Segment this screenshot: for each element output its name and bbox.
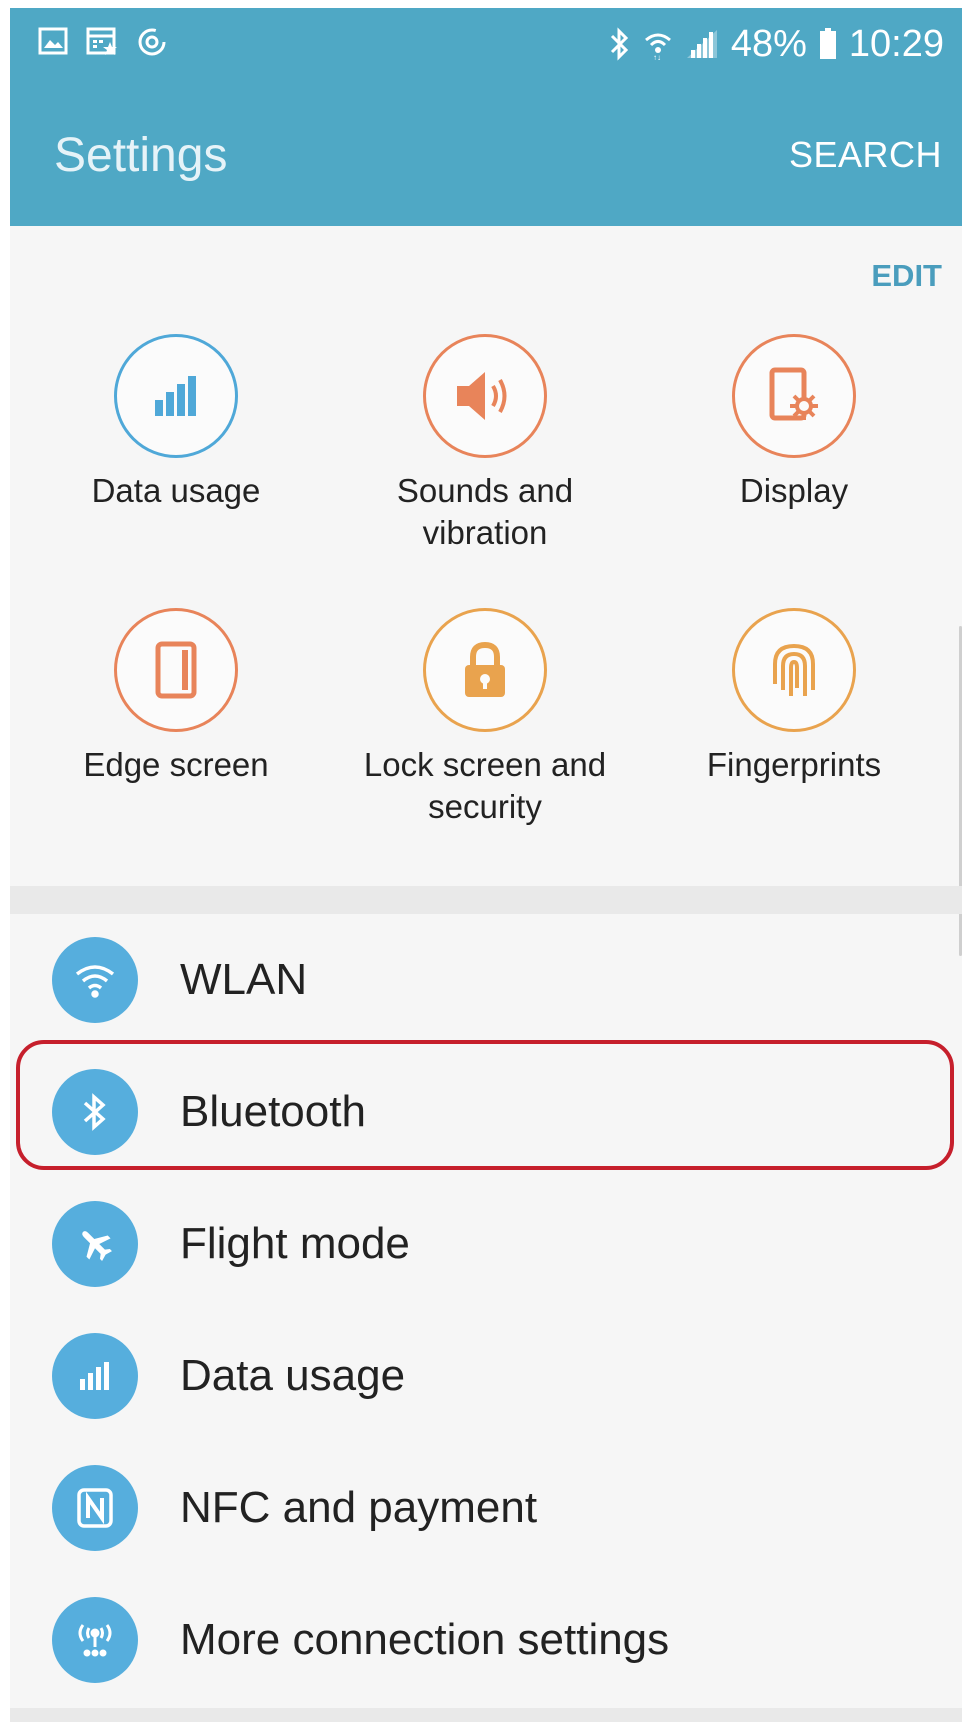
quick-item-label: Lock screen and security	[363, 746, 607, 825]
quick-item-label: Display	[739, 472, 849, 509]
quick-item-label: Data usage	[91, 472, 261, 509]
status-left-icons	[38, 26, 168, 58]
list-item-flight-mode[interactable]: Flight mode	[10, 1178, 962, 1310]
list-item-label: Data usage	[180, 1351, 406, 1400]
quick-item-sounds[interactable]: Sounds and vibration	[335, 334, 635, 554]
clock: 10:29	[848, 22, 944, 65]
bluetooth-icon	[609, 27, 631, 61]
quick-item-fingerprints[interactable]: Fingerprints	[644, 608, 944, 786]
sync-icon	[136, 26, 168, 58]
display-icon	[732, 334, 856, 458]
wifi-icon: ↑↓	[643, 28, 673, 60]
edge-screen-icon	[114, 608, 238, 732]
quick-item-data-usage[interactable]: Data usage	[26, 334, 326, 512]
page-title: Settings	[54, 129, 228, 182]
list-item-label: NFC and payment	[180, 1483, 538, 1532]
airplane-icon	[52, 1201, 138, 1287]
antenna-icon	[52, 1597, 138, 1683]
app-bar: ↑↓ 48% 10:29 Settings SEARCH	[10, 8, 962, 226]
wifi-icon	[52, 937, 138, 1023]
calendar-star-icon	[86, 26, 118, 58]
data-usage-icon	[114, 334, 238, 458]
search-button[interactable]: SEARCH	[789, 134, 942, 176]
svg-text:↑↓: ↑↓	[653, 53, 661, 60]
nfc-icon	[52, 1465, 138, 1551]
list-item-more-connections[interactable]: More connection settings	[10, 1574, 962, 1706]
bluetooth-highlight-outline	[16, 1040, 954, 1170]
list-item-data-usage[interactable]: Data usage	[10, 1310, 962, 1442]
fingerprint-icon	[732, 608, 856, 732]
battery-percent: 48%	[730, 22, 807, 65]
status-right: ↑↓ 48% 10:29	[609, 22, 944, 66]
quick-item-label: Edge screen	[83, 746, 269, 783]
settings-screen: ↑↓ 48% 10:29 Settings SEARCH EDIT Data u…	[10, 8, 962, 1722]
lock-icon	[423, 608, 547, 732]
battery-icon	[819, 28, 837, 60]
edit-button[interactable]: EDIT	[871, 258, 942, 294]
gallery-icon	[38, 26, 68, 58]
quick-item-label: Sounds and vibration	[396, 472, 574, 551]
list-item-label: Flight mode	[180, 1219, 410, 1268]
section-divider	[10, 886, 962, 914]
list-item-nfc[interactable]: NFC and payment	[10, 1442, 962, 1574]
list-item-wlan[interactable]: WLAN	[10, 914, 962, 1046]
list-item-label: More connection settings	[180, 1615, 670, 1664]
quick-item-edge-screen[interactable]: Edge screen	[26, 608, 326, 786]
quick-item-lock-screen[interactable]: Lock screen and security	[335, 608, 635, 828]
connections-list: WLAN Bluetooth Flight mode Data usage NF	[10, 914, 962, 1706]
data-usage-icon	[52, 1333, 138, 1419]
quick-item-label: Fingerprints	[706, 746, 882, 783]
quick-item-display[interactable]: Display	[644, 334, 944, 512]
speaker-icon	[423, 334, 547, 458]
bottom-divider	[10, 1708, 962, 1722]
list-item-label: WLAN	[180, 955, 308, 1004]
signal-icon	[685, 28, 719, 60]
quick-settings-panel: EDIT Data usage Sounds and vibration Dis…	[10, 226, 962, 956]
